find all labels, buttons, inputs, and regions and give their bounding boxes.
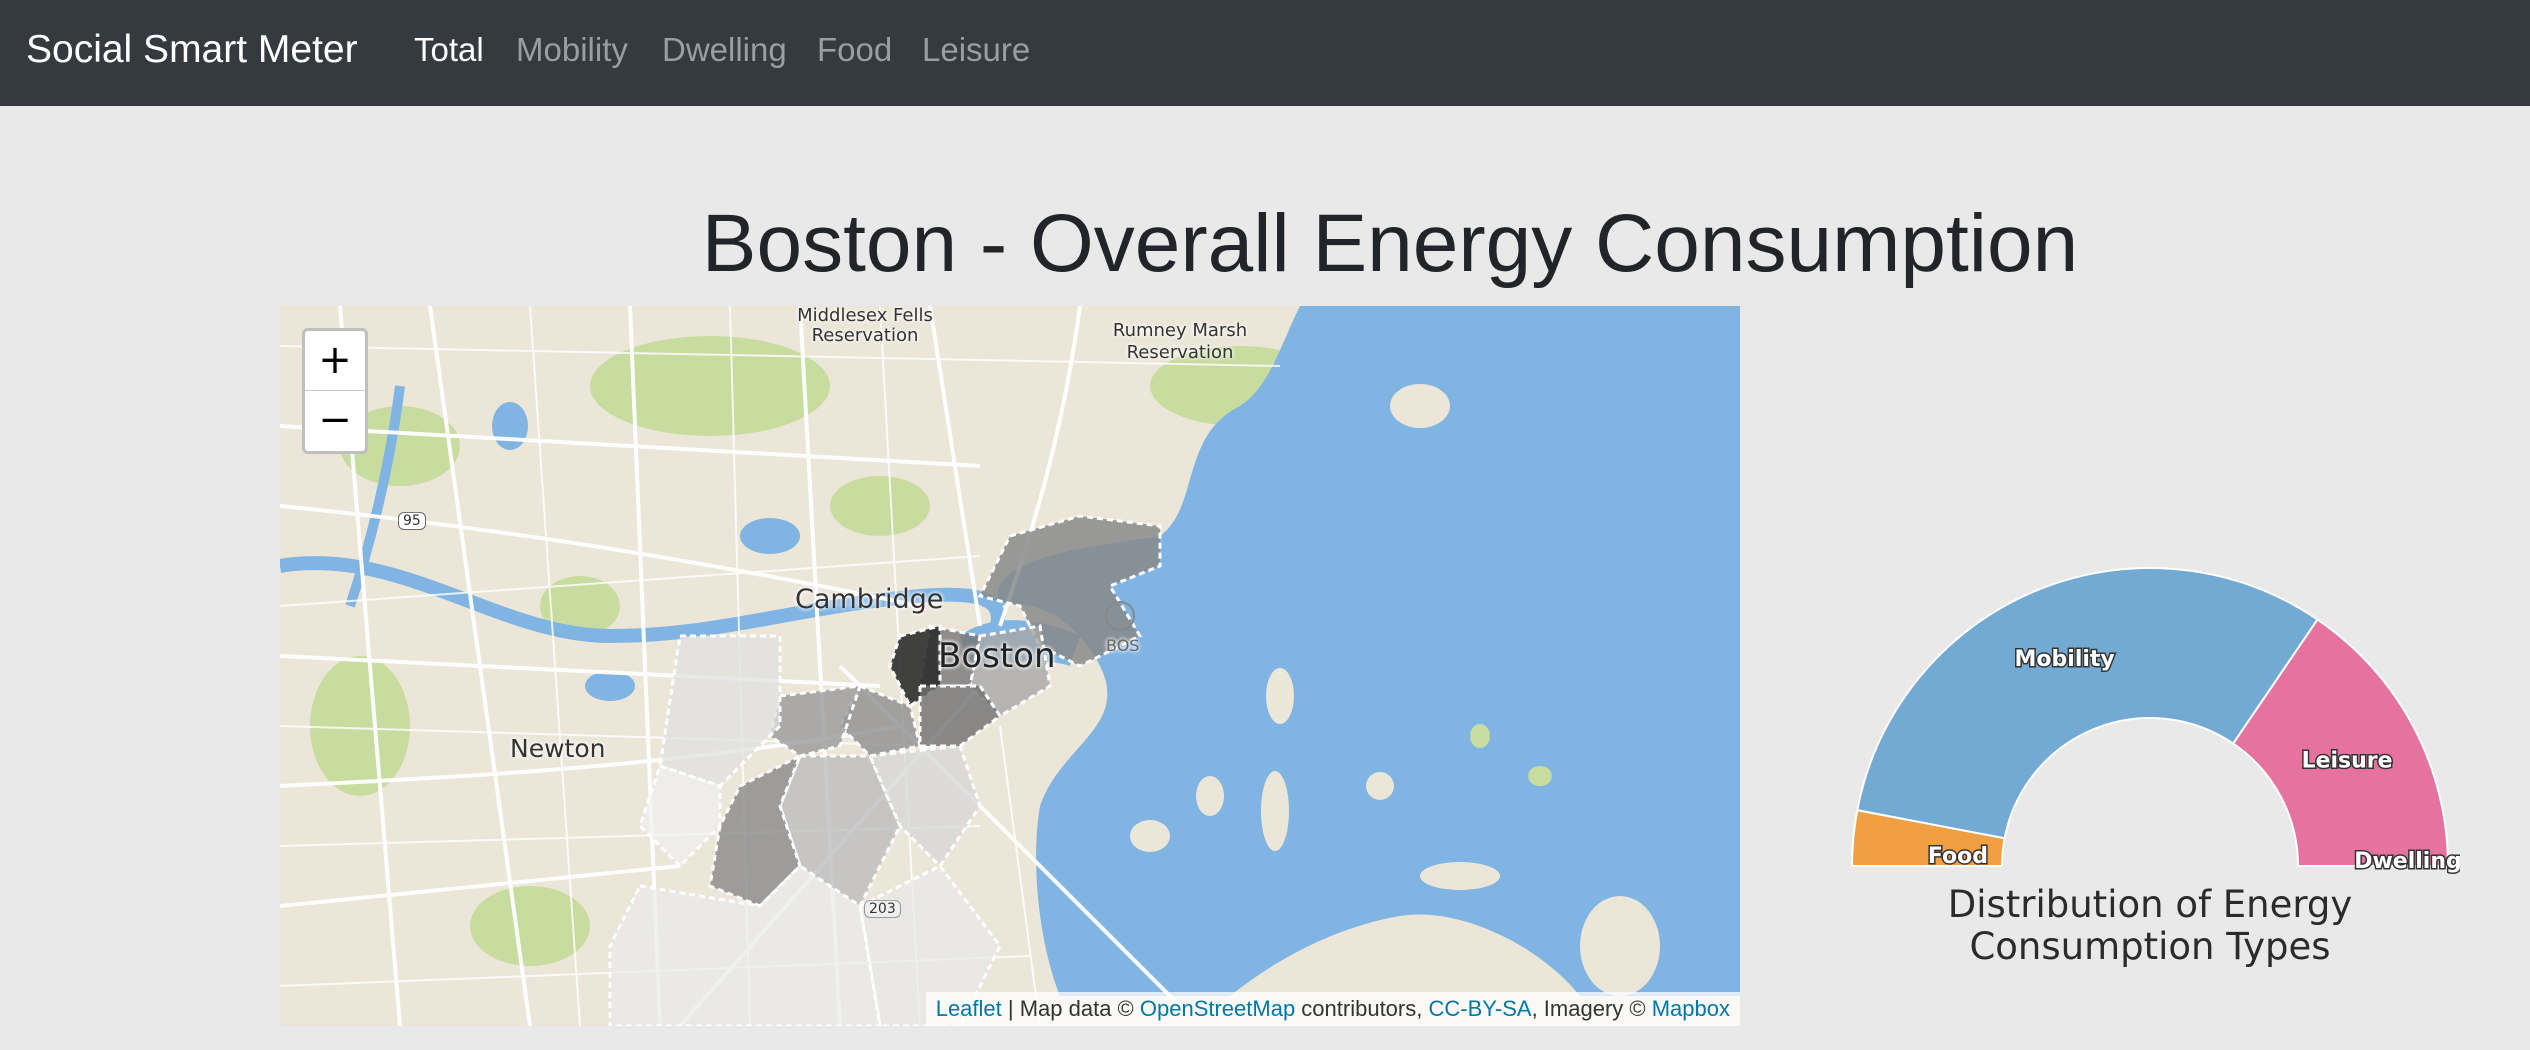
nav-leisure[interactable]: Leisure <box>922 28 1030 72</box>
nav-total[interactable]: Total <box>414 28 484 72</box>
leaflet-link[interactable]: Leaflet <box>936 996 1002 1021</box>
energy-distribution-chart: Food Mobility Leisure Dwelling <box>1850 567 2460 876</box>
route-95-shield: 95 <box>398 512 426 530</box>
page-title: Boston - Overall Energy Consumption <box>701 198 2079 289</box>
slice-label-food: Food <box>1928 844 1988 869</box>
map-label-cambridge: Cambridge <box>795 584 944 615</box>
osm-link[interactable]: OpenStreetMap <box>1140 996 1295 1021</box>
map-label-boston: Boston <box>938 636 1056 676</box>
attribution-text-2: contributors, <box>1295 996 1429 1021</box>
nav-food[interactable]: Food <box>817 28 892 72</box>
map-attribution: Leaflet | Map data © OpenStreetMap contr… <box>925 992 1740 1026</box>
nav-dwelling[interactable]: Dwelling <box>662 28 787 72</box>
map-label-bos: BOS <box>1106 636 1140 655</box>
attribution-text-3: , Imagery © <box>1531 996 1652 1021</box>
slice-mobility[interactable] <box>1856 567 2319 840</box>
map-label-rumney: Rumney Marsh Reservation <box>1112 320 1248 363</box>
brand[interactable]: Social Smart Meter <box>26 26 358 74</box>
map-label-middlesex: Middlesex Fells Reservation <box>797 306 933 346</box>
attribution-text-1: | Map data © <box>1001 996 1140 1021</box>
zoom-in-button[interactable]: + <box>305 331 365 391</box>
slice-label-mobility: Mobility <box>2015 647 2115 672</box>
slice-label-leisure: Leisure <box>2302 749 2393 774</box>
mapbox-link[interactable]: Mapbox <box>1652 996 1730 1021</box>
navbar: Social Smart Meter Total Mobility Dwelli… <box>0 0 2530 106</box>
nav-mobility[interactable]: Mobility <box>516 28 628 72</box>
route-203-shield: 203 <box>864 900 901 918</box>
slice-label-dwelling: Dwelling <box>2354 849 2460 874</box>
map-label-newton: Newton <box>510 734 606 763</box>
chart-title: Distribution of Energy Consumption Types <box>1947 883 2353 968</box>
license-link[interactable]: CC-BY-SA <box>1428 996 1531 1021</box>
zoom-control: + − <box>302 328 368 454</box>
map[interactable]: + − Middlesex Fells Reservation Rumney M… <box>280 306 1740 1026</box>
zoom-out-button[interactable]: − <box>305 391 365 450</box>
